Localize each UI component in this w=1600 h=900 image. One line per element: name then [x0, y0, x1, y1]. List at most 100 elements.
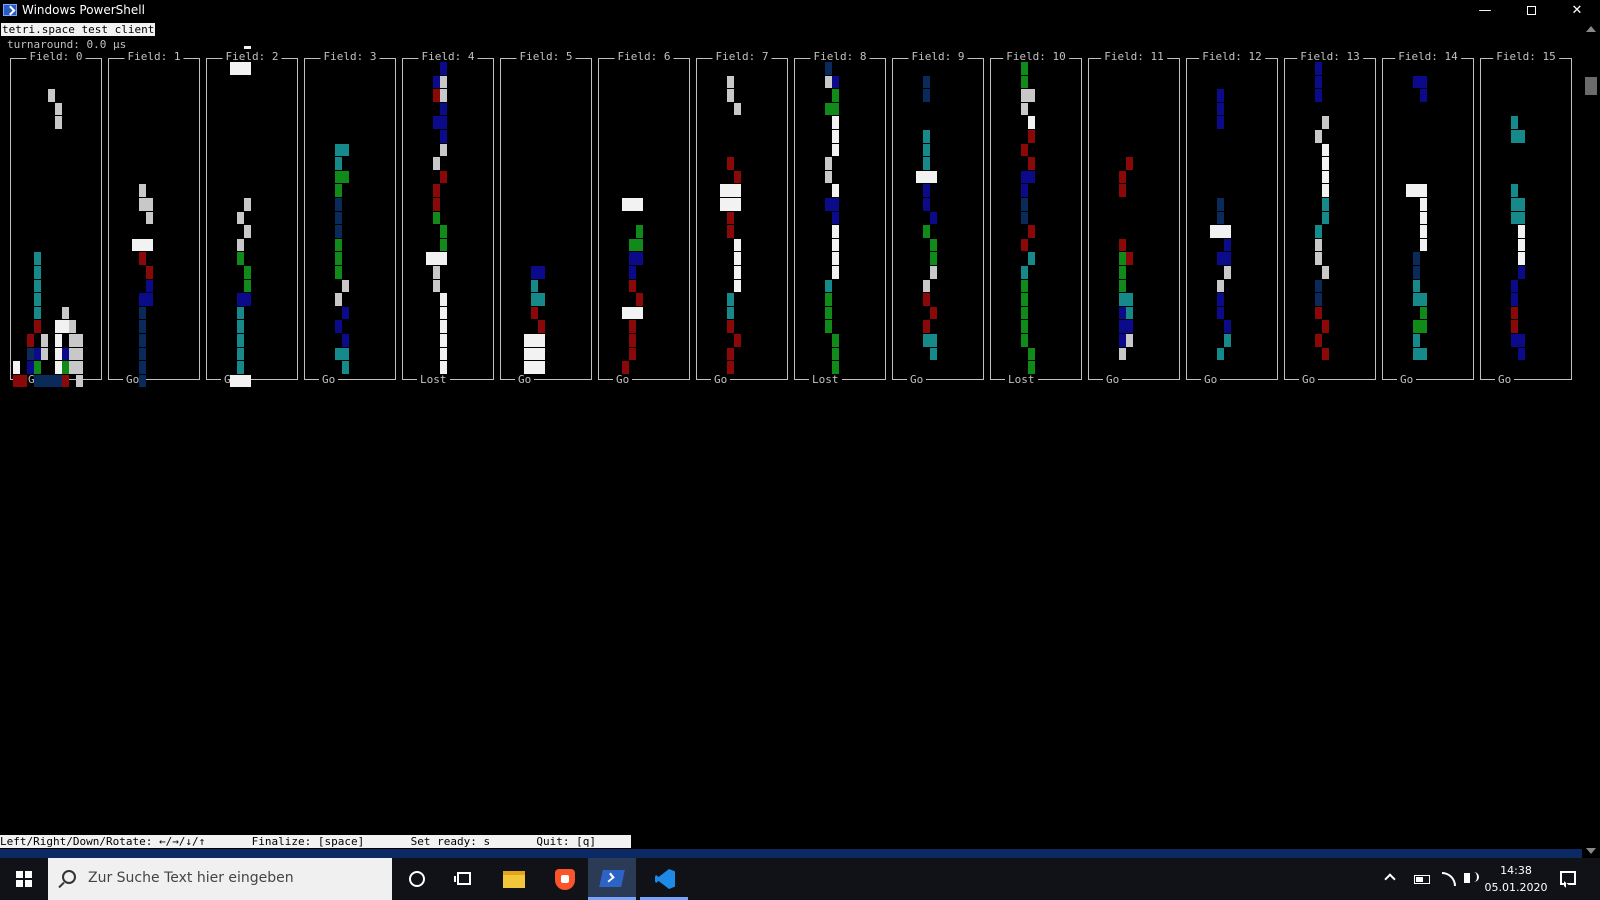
tetromino-cell [440, 170, 447, 184]
taskbar: Zur Suche Text hier eingeben 14:38 05.01… [0, 858, 1600, 900]
tetromino-cell [916, 170, 937, 184]
cortana-button[interactable] [392, 858, 440, 900]
tetromino-cell [1028, 116, 1035, 129]
tetromino-cell [930, 238, 937, 252]
tetromino-cell [55, 334, 62, 347]
tetris-field-3: Field: 3 Go [304, 50, 396, 387]
tetromino-cell [1224, 334, 1231, 347]
tetromino-cell [825, 293, 832, 306]
tetromino-cell [923, 320, 930, 333]
tetromino-cell [1413, 320, 1427, 333]
taskbar-clock[interactable]: 14:38 05.01.2020 [1484, 862, 1548, 896]
field-label: Field: 6 [614, 50, 674, 64]
tetromino-cell [1021, 320, 1028, 333]
tetromino-cell [1322, 184, 1329, 197]
tetromino-cell [629, 347, 636, 361]
close-button[interactable]: ✕ [1554, 0, 1600, 22]
tetromino-cell [237, 334, 244, 347]
field-status: Go [1299, 373, 1319, 387]
tetromino-cell [433, 75, 440, 89]
field-label: Field: 11 [1101, 50, 1167, 64]
field-label: Field: 3 [320, 50, 380, 64]
tetromino-cell [923, 293, 930, 306]
window-title: Windows PowerShell [22, 3, 145, 17]
tetromino-cell [825, 279, 832, 293]
tetromino-cell [440, 143, 447, 157]
tetromino-cell [335, 170, 349, 184]
tetromino-cell [1217, 116, 1224, 129]
field-label: Field: 14 [1395, 50, 1461, 64]
scroll-thumb[interactable] [1585, 77, 1597, 95]
tetromino-cell [1413, 252, 1420, 265]
tetromino-cell [34, 252, 41, 265]
tetromino-cell [139, 320, 146, 333]
field-status: Lost [1005, 373, 1038, 387]
field-status: Go [319, 373, 339, 387]
tetromino-cell [923, 334, 937, 347]
tetromino-cell [1119, 266, 1126, 279]
volume-icon[interactable] [1464, 872, 1479, 883]
tetromino-cell [230, 374, 251, 388]
tetromino-cell [622, 361, 629, 374]
tetromino-cell [1322, 266, 1329, 279]
tetromino-cell [720, 184, 741, 197]
tetromino-cell [335, 293, 342, 306]
tetromino-cell [1315, 225, 1322, 238]
tetromino-cell [832, 211, 839, 225]
battery-icon[interactable] [1414, 875, 1430, 884]
tetromino-cell [1511, 184, 1518, 197]
tetromino-cell [832, 89, 839, 102]
tetromino-cell [433, 89, 440, 102]
tetromino-cell [13, 361, 20, 374]
field-status: Go [515, 373, 535, 387]
field-status: Go [1495, 373, 1515, 387]
minimize-button[interactable]: — [1462, 0, 1508, 22]
tetromino-cell [237, 347, 244, 361]
file-explorer-button[interactable] [490, 858, 538, 900]
tetromino-cell [825, 157, 832, 170]
tetromino-cell [335, 184, 342, 197]
tetromino-cell [41, 347, 48, 361]
tetromino-cell [1315, 130, 1322, 143]
tetromino-cell [1322, 198, 1329, 211]
tetromino-cell [1413, 347, 1427, 361]
brave-browser-button[interactable] [540, 858, 588, 900]
tetromino-cell [1126, 157, 1133, 170]
tetromino-cell [440, 89, 447, 102]
taskbar-search-box[interactable]: Zur Suche Text hier eingeben [48, 858, 392, 900]
tetromino-cell [237, 320, 244, 333]
tetromino-cell [1119, 347, 1126, 361]
tetromino-cell [727, 361, 734, 374]
tetromino-cell [524, 334, 545, 347]
powershell-icon [599, 870, 625, 887]
tetromino-cell [1021, 170, 1035, 184]
tetromino-cell [48, 89, 55, 102]
show-hidden-icons-chevron-icon[interactable] [1384, 873, 1396, 885]
restore-button[interactable] [1508, 0, 1554, 22]
tetromino-cell [825, 75, 832, 89]
tetromino-cell [1021, 306, 1028, 320]
tetromino-cell [335, 238, 342, 252]
scroll-down-icon[interactable] [1586, 848, 1596, 854]
action-center-icon[interactable] [1560, 871, 1576, 885]
tetromino-cell [244, 293, 251, 306]
task-view-button[interactable] [440, 858, 488, 900]
field-status: Lost [417, 373, 450, 387]
network-icon[interactable] [1442, 872, 1456, 886]
tetromino-cell [1028, 130, 1035, 143]
tetromino-cell [433, 184, 440, 197]
console-scrollbar[interactable] [1582, 22, 1600, 862]
powershell-taskbar-button[interactable] [588, 858, 636, 900]
tetromino-cell [440, 320, 447, 333]
tetromino-cell [139, 184, 146, 197]
start-button[interactable] [0, 858, 48, 900]
tetromino-cell [132, 238, 153, 252]
tetromino-cell [734, 252, 741, 265]
scroll-up-icon[interactable] [1586, 26, 1596, 32]
tetromino-cell [69, 320, 76, 333]
tetromino-cell [930, 211, 937, 225]
tetromino-cell [146, 266, 153, 279]
tetromino-cell [727, 293, 734, 306]
vscode-taskbar-button[interactable] [640, 858, 688, 900]
tetromino-cell [1028, 89, 1035, 102]
